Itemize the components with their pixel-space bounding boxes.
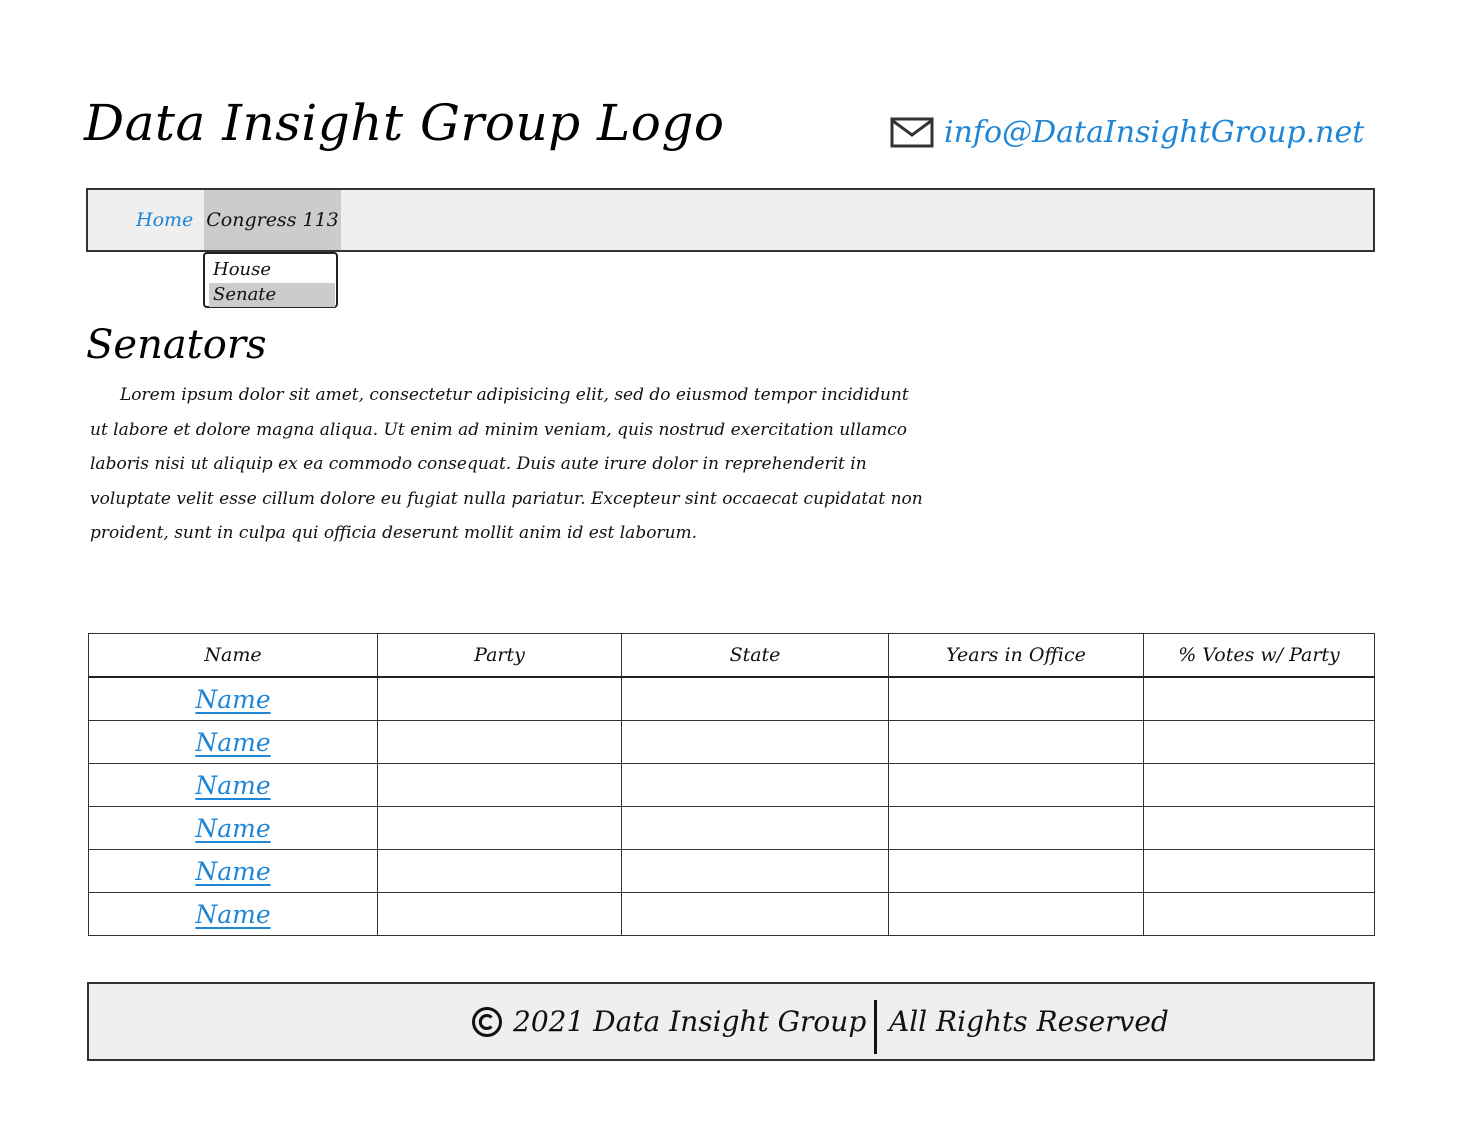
nav-home-link[interactable]: Home	[136, 190, 193, 250]
contact-email[interactable]: info@DataInsightGroup.net	[890, 114, 1364, 150]
party-cell	[377, 676, 622, 721]
name-cell: Name	[88, 763, 378, 807]
column-header-votes-with-party: % Votes w/ Party	[1143, 633, 1375, 678]
votes-with-party-cell	[1143, 849, 1375, 893]
table-row: Name	[88, 763, 1375, 807]
navigation-bar: Home Congress 113	[86, 188, 1375, 252]
table-row: Name	[88, 720, 1375, 764]
column-header-state: State	[621, 633, 889, 678]
senators-table: Name Party State Years in Office % Votes…	[88, 633, 1375, 936]
dropdown-item-senate[interactable]: Senate	[209, 283, 335, 307]
footer-copyright: 2021 Data Insight Group	[471, 984, 866, 1059]
senator-name-link[interactable]: Name	[195, 771, 270, 800]
senator-name-link[interactable]: Name	[195, 857, 270, 886]
years-in-office-cell	[888, 720, 1144, 764]
dropdown-item-house[interactable]: House	[209, 258, 335, 282]
name-cell: Name	[88, 849, 378, 893]
table-row: Name	[88, 892, 1375, 936]
nav-congress-menu[interactable]: Congress 113	[204, 190, 341, 250]
copyright-icon	[471, 1006, 503, 1038]
name-cell: Name	[88, 892, 378, 936]
votes-with-party-cell	[1143, 806, 1375, 850]
senator-name-link[interactable]: Name	[195, 900, 270, 929]
state-cell	[621, 806, 889, 850]
years-in-office-cell	[888, 849, 1144, 893]
table-header-row: Name Party State Years in Office % Votes…	[88, 633, 1375, 678]
column-header-name: Name	[88, 633, 378, 678]
column-header-party: Party	[377, 633, 622, 678]
congress-dropdown: House Senate	[203, 252, 338, 308]
name-cell: Name	[88, 806, 378, 850]
table-row: Name	[88, 849, 1375, 893]
votes-with-party-cell	[1143, 892, 1375, 936]
name-cell: Name	[88, 676, 378, 721]
copyright-text: 2021 Data Insight Group	[513, 1005, 867, 1038]
column-header-years-in-office: Years in Office	[888, 633, 1144, 678]
rights-text: All Rights Reserved	[889, 1005, 1169, 1038]
state-cell	[621, 849, 889, 893]
party-cell	[377, 849, 622, 893]
party-cell	[377, 806, 622, 850]
party-cell	[377, 763, 622, 807]
senator-name-link[interactable]: Name	[195, 814, 270, 843]
table-row: Name	[88, 806, 1375, 850]
state-cell	[621, 676, 889, 721]
years-in-office-cell	[888, 676, 1144, 721]
footer-divider	[874, 1000, 877, 1054]
party-cell	[377, 720, 622, 764]
years-in-office-cell	[888, 806, 1144, 850]
party-cell	[377, 892, 622, 936]
years-in-office-cell	[888, 892, 1144, 936]
name-cell: Name	[88, 720, 378, 764]
votes-with-party-cell	[1143, 763, 1375, 807]
intro-paragraph: Lorem ipsum dolor sit amet, consectetur …	[90, 385, 923, 543]
page-footer: 2021 Data Insight Group All Rights Reser…	[87, 982, 1375, 1061]
email-link[interactable]: info@DataInsightGroup.net	[944, 115, 1364, 150]
table-row: Name	[88, 676, 1375, 721]
years-in-office-cell	[888, 763, 1144, 807]
state-cell	[621, 892, 889, 936]
votes-with-party-cell	[1143, 720, 1375, 764]
votes-with-party-cell	[1143, 676, 1375, 721]
senator-name-link[interactable]: Name	[195, 728, 270, 757]
state-cell	[621, 763, 889, 807]
logo-text: Data Insight Group Logo	[84, 94, 725, 152]
envelope-icon	[890, 114, 934, 150]
senator-name-link[interactable]: Name	[195, 685, 270, 714]
page-title: Senators	[86, 322, 267, 368]
state-cell	[621, 720, 889, 764]
